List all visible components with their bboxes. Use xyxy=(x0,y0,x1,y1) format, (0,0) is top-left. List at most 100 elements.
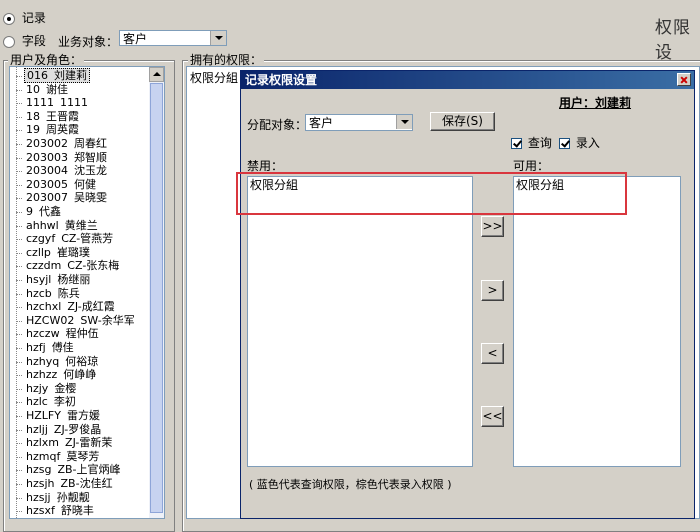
list-item-label: hzchxl ZJ-成红霞 xyxy=(24,300,117,313)
move-all-left-button[interactable]: << xyxy=(481,406,504,427)
query-checkbox[interactable]: 查询 xyxy=(511,134,552,151)
list-item[interactable]: hzlc 李初 xyxy=(16,395,78,409)
move-left-button[interactable]: < xyxy=(481,343,504,364)
list-item-label: czgyf CZ-管燕芳 xyxy=(24,232,115,245)
user-name: 孙靓靓 xyxy=(56,490,90,504)
list-item[interactable]: 203005 何健 xyxy=(16,178,98,192)
user-name: 1111 xyxy=(60,96,88,110)
list-item[interactable]: hzchxl ZJ-成红霞 xyxy=(16,300,117,314)
user-code: 203007 xyxy=(26,191,68,205)
list-item[interactable]: hzlxm ZJ-雷新茉 xyxy=(16,436,114,450)
list-item[interactable]: hzjy 金樱 xyxy=(16,382,78,396)
list-item[interactable]: hzhyq 何裕琼 xyxy=(16,355,100,369)
user-code: hzsg xyxy=(26,463,52,477)
user-name: 莫琴芳 xyxy=(66,449,100,463)
user-code: 1111 xyxy=(26,96,54,110)
disabled-list[interactable]: 权限分組 xyxy=(247,176,473,467)
list-item[interactable]: hzsg ZB-上官炳峰 xyxy=(16,463,123,477)
list-item[interactable]: 19 周英霞 xyxy=(16,123,81,137)
assign-select[interactable]: 客户 xyxy=(305,114,413,131)
list-item-label: hzlc 李初 xyxy=(24,395,78,408)
chevron-down-icon[interactable] xyxy=(396,115,412,129)
footer-note: ( 蓝色代表查询权限，棕色代表录入权限 ) xyxy=(249,478,452,491)
list-item[interactable]: 203002 周春红 xyxy=(16,137,109,151)
available-list[interactable]: 权限分組 xyxy=(513,176,681,467)
user-name: ZB-上官炳峰 xyxy=(57,463,121,477)
list-item[interactable]: hzfj 傅佳 xyxy=(16,341,76,355)
highlight-box xyxy=(236,172,627,215)
entry-checkbox[interactable]: 录入 xyxy=(559,134,600,151)
user-code: 016 xyxy=(27,69,48,82)
list-item[interactable]: hzsxf 舒晓丰 xyxy=(16,504,96,518)
list-item-label: hzlxm ZJ-雷新茉 xyxy=(24,436,114,449)
query-checkbox-box[interactable] xyxy=(511,138,522,149)
list-item[interactable]: hzsjh ZB-沈佳红 xyxy=(16,477,115,491)
record-radio[interactable]: 记录 xyxy=(3,9,46,26)
list-item[interactable]: 203003 郑智顺 xyxy=(16,151,109,165)
field-radio-dot[interactable] xyxy=(3,35,15,48)
perm-item[interactable]: 权限分組 xyxy=(190,69,238,86)
list-item[interactable]: 016 刘建莉 xyxy=(16,68,90,83)
move-right-button[interactable]: > xyxy=(481,280,504,301)
list-item[interactable]: hsyjl 杨继丽 xyxy=(16,273,92,287)
list-item-label: 19 周英霞 xyxy=(24,123,81,136)
list-item-label: HZLFY 雷方媛 xyxy=(24,409,102,422)
save-button[interactable]: 保存(S) xyxy=(430,112,495,131)
user-code: hzsjh xyxy=(26,477,55,490)
list-item[interactable]: 10 谢佳 xyxy=(16,83,70,97)
user-code: hsyjl xyxy=(26,273,52,286)
user-name: 周春红 xyxy=(74,137,107,150)
list-item[interactable]: 9 代鑫 xyxy=(16,205,63,219)
user-list[interactable]: 016 刘建莉 10 谢佳 1111 1111 18 王晋霞 19 周英霞 203002 周春红 203… xyxy=(9,66,165,519)
scroll-up-icon[interactable] xyxy=(149,67,164,82)
list-item[interactable]: 1111 1111 xyxy=(16,96,90,110)
user-name: 程仲伍 xyxy=(65,327,99,341)
user-code: 10 xyxy=(26,82,40,96)
record-radio-dot[interactable] xyxy=(3,12,15,25)
list-item[interactable]: 18 王晋霞 xyxy=(16,110,81,124)
list-item-label: hsyjl 杨继丽 xyxy=(24,273,92,286)
query-checkbox-label: 查询 xyxy=(527,136,552,150)
list-item-label: czzdm CZ-张东梅 xyxy=(24,259,121,272)
list-item[interactable]: hzmqf 莫琴芳 xyxy=(16,450,101,464)
list-item[interactable]: hzsjj 孙靓靓 xyxy=(16,491,92,505)
move-all-right-button[interactable]: >> xyxy=(481,216,504,237)
close-icon[interactable] xyxy=(677,73,691,86)
list-item-label: 203002 周春红 xyxy=(24,137,109,150)
list-item[interactable]: czgyf CZ-管燕芳 xyxy=(16,232,115,246)
list-item[interactable]: 203007 吴晓雯 xyxy=(16,191,109,205)
field-radio[interactable]: 字段 xyxy=(3,32,46,49)
scroll-thumb[interactable] xyxy=(150,83,163,513)
list-item-label: hzcb 陈兵 xyxy=(24,287,82,300)
user-name: 周英霞 xyxy=(46,123,79,137)
list-item[interactable]: czllp 崔璐璞 xyxy=(16,246,92,260)
list-item[interactable]: hzhzz 何峥峥 xyxy=(16,368,98,382)
list-item[interactable]: 203004 沈玉龙 xyxy=(16,164,109,178)
chevron-down-icon[interactable] xyxy=(210,31,226,45)
entry-checkbox-box[interactable] xyxy=(559,138,570,149)
users-panel-title: 用户及角色： xyxy=(8,53,85,67)
user-code: hzsjj xyxy=(26,490,51,504)
list-item[interactable]: HZLFY 雷方媛 xyxy=(16,409,102,423)
list-item-label: 10 谢佳 xyxy=(24,83,70,96)
user-name: 郑智顺 xyxy=(74,150,107,164)
list-item[interactable]: czzdm CZ-张东梅 xyxy=(16,259,121,273)
list-item[interactable]: ahhwl 黄维兰 xyxy=(16,219,100,233)
list-item-label: 203007 吴晓雯 xyxy=(24,191,109,204)
window-title: 权限设 xyxy=(655,18,691,63)
user-name: 雷方媛 xyxy=(66,409,100,422)
list-item[interactable]: HZCW02 SW-余华军 xyxy=(16,314,137,328)
user-code: hzlxm xyxy=(26,436,60,450)
list-item-label: ahhwl 黄维兰 xyxy=(24,219,100,232)
list-item-label: hzsjh ZB-沈佳红 xyxy=(24,477,115,490)
list-item[interactable]: hzljj ZJ-罗俊晶 xyxy=(16,423,103,437)
user-code: hzlc xyxy=(26,395,48,409)
user-code: HZLFY xyxy=(26,409,61,422)
list-item[interactable]: hzcb 陈兵 xyxy=(16,287,82,301)
user-list-scrollbar[interactable] xyxy=(149,67,164,518)
user-name: 谢佳 xyxy=(46,82,68,96)
list-item[interactable]: hzczw 程仲伍 xyxy=(16,327,101,341)
user-code: hzhzz xyxy=(26,368,58,382)
business-object-select[interactable]: 客户 xyxy=(119,30,227,46)
user-name: 杨继丽 xyxy=(57,273,91,286)
